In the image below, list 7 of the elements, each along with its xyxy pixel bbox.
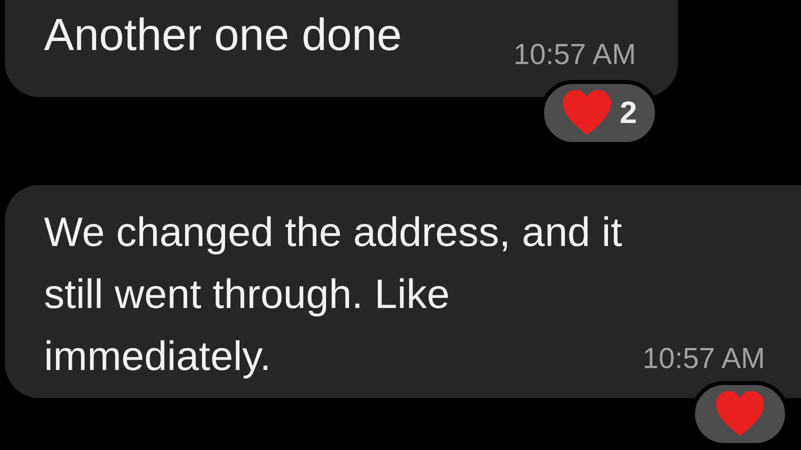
message-time: 10:57 AM: [513, 39, 636, 72]
message-text: We changed the address, and it still went through. Like immediately.: [44, 208, 622, 381]
reaction-count: 2: [620, 95, 637, 131]
message-time: 10:57 AM: [642, 343, 765, 376]
message-text: Another one done: [44, 10, 402, 60]
heart-icon: [562, 90, 612, 136]
heart-icon: [715, 391, 765, 437]
